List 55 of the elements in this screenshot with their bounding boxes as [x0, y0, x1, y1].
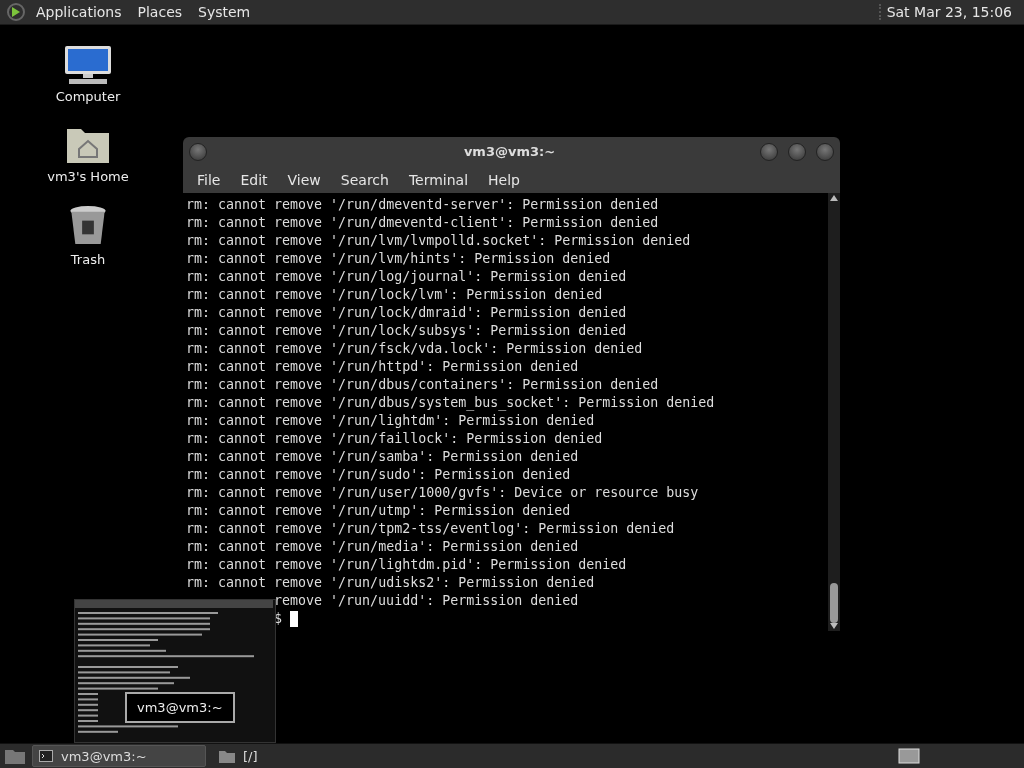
terminal-line: rm: cannot remove '/run/lightdm': Permission denied [186, 412, 596, 430]
desktop-icon-label[interactable]: Trash [70, 252, 106, 267]
terminal-line: rm: cannot remove '/run/log/journal': Permission denied [186, 268, 628, 286]
terminal-line: rm: cannot remove '/run/lock/dmraid': Permission denied [186, 304, 628, 322]
menu-item[interactable]: Search [330, 171, 399, 188]
terminal-line: rm: cannot remove '/run/faillock': Permission denied [186, 430, 604, 448]
close-button[interactable] [816, 142, 834, 161]
terminal-line: rm: cannot remove '/run/dmeventd-server': Permission denied [186, 196, 660, 214]
terminal-line: rm: cannot remove '/run/udisks2': Permission denied [186, 574, 596, 592]
terminal-line: rm: cannot remove '/run/media': Permission denied [186, 538, 580, 556]
terminal-line: rm: cannot remove '/run/lock/subsys': Permission denied [186, 322, 628, 340]
window-menu-button[interactable] [189, 142, 207, 161]
terminal-line: rm: cannot remove '/run/lvm/hints': Permission denied [186, 250, 612, 268]
terminal-line: rm: cannot remove '/run/samba': Permission denied [186, 448, 580, 466]
terminal-line: rm: cannot remove '/run/dbus/containers': Permission denied [186, 376, 660, 394]
terminal-line: rm: cannot remove '/run/lock/lvm': Permission denied [186, 286, 604, 304]
taskbar-button[interactable]: [/] [212, 745, 386, 767]
clock[interactable]: Sat Mar 23, 15:06 [878, 4, 1018, 20]
terminal-line: rm: cannot remove '/run/dbus/system_bus_socket': Permission denied [186, 394, 716, 412]
menu-item[interactable]: Terminal [398, 171, 479, 188]
panel-menu[interactable]: System [192, 4, 257, 20]
menu-item[interactable]: Help [478, 171, 530, 188]
window-title: vm3@vm3:~ [462, 144, 557, 160]
terminal-line: rm: cannot remove '/run/lvm/lvmpolld.socket': Permission denied [186, 232, 692, 250]
scroll-up-icon[interactable] [830, 195, 838, 201]
menu-item[interactable]: Edit [230, 171, 278, 188]
terminal-icon [39, 750, 53, 762]
desktop-icon-label[interactable]: vm3's Home [47, 169, 129, 184]
taskbar-button[interactable]: vm3@vm3:~ [32, 745, 206, 767]
minimize-button[interactable] [760, 142, 778, 161]
menu-item[interactable]: View [277, 171, 331, 188]
logo-icon[interactable] [6, 2, 26, 22]
window-preview[interactable]: vm3@vm3:~ [74, 599, 276, 743]
terminal-line: remove '/run/uuidd': Permission denied [274, 592, 579, 610]
terminal-line: rm: cannot remove '/run/user/1000/gvfs': Device or resource busy [186, 484, 700, 502]
menu-item[interactable]: File [187, 171, 231, 188]
maximize-button[interactable] [788, 142, 806, 161]
computer-icon [63, 45, 113, 85]
text-cursor [290, 611, 299, 627]
tooltip: vm3@vm3:~ [125, 692, 235, 723]
terminal-line: rm: cannot remove '/run/tpm2-tss/eventlog': Permission denied [186, 520, 676, 538]
terminal-line: rm: cannot remove '/run/sudo': Permission denied [186, 466, 572, 484]
show-desktop-icon[interactable] [4, 747, 26, 765]
workspace-icon[interactable] [898, 748, 920, 764]
scrollbar[interactable] [828, 193, 840, 631]
terminal-line: rm: cannot remove '/run/dmeventd-client': Permission denied [186, 214, 660, 232]
folder-icon [219, 749, 235, 763]
terminal-line: rm: cannot remove '/run/utmp': Permission denied [186, 502, 572, 520]
terminal-line: rm: cannot remove '/run/lightdm.pid': Permission denied [186, 556, 628, 574]
scrollbar-thumb[interactable] [830, 583, 838, 623]
terminal-line: rm: cannot remove '/run/httpd': Permission denied [186, 358, 580, 376]
panel-menu[interactable]: Places [131, 4, 189, 20]
panel-menu[interactable]: Applications [30, 4, 128, 20]
desktop-icon-label[interactable]: Computer [55, 89, 121, 104]
terminal-line: rm: cannot remove '/run/fsck/vda.lock': Permission denied [186, 340, 644, 358]
